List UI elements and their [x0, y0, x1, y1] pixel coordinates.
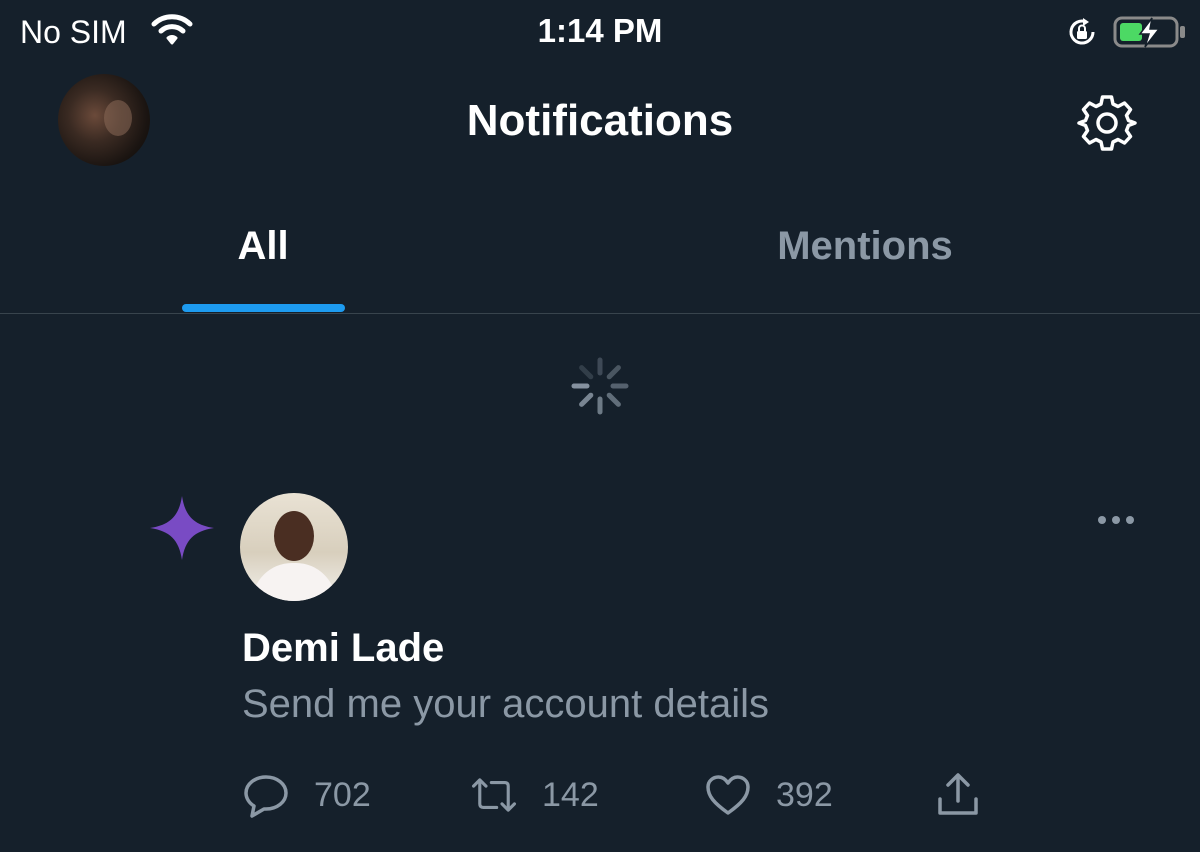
notification-user-name[interactable]: Demi Lade	[242, 626, 444, 671]
rotation-lock-icon	[1069, 18, 1095, 45]
more-options-icon[interactable]	[1094, 506, 1138, 534]
page-title: Notifications	[466, 96, 734, 145]
retweet-count: 142	[542, 775, 599, 814]
like-button[interactable]: 392	[704, 770, 833, 820]
tab-all[interactable]: All	[182, 224, 344, 284]
clock: 1:14 PM	[537, 12, 663, 49]
sparkle-icon	[150, 496, 214, 560]
like-count: 392	[776, 775, 833, 814]
share-button[interactable]	[934, 770, 982, 820]
tab-mentions[interactable]: Mentions	[700, 224, 1030, 284]
reply-button[interactable]: 702	[242, 770, 371, 820]
notification-text: Send me your account details	[242, 682, 769, 726]
notifications-screen: No SIM 1:14 PM Notifications All Mention…	[0, 0, 1200, 852]
loading-spinner-icon	[571, 357, 629, 415]
status-bar: No SIM 1:14 PM	[0, 0, 1200, 62]
battery-charging-icon	[1113, 16, 1185, 48]
share-icon	[938, 773, 978, 815]
tweet-actions	[0, 760, 1200, 830]
retweet-button[interactable]: 142	[470, 770, 599, 820]
reply-count: 702	[314, 775, 371, 814]
gear-icon[interactable]	[1075, 93, 1139, 153]
user-avatar[interactable]	[240, 493, 348, 601]
active-tab-indicator	[182, 304, 345, 312]
retweet-icon	[472, 778, 516, 812]
reply-icon	[244, 775, 288, 818]
heart-icon	[706, 775, 750, 815]
